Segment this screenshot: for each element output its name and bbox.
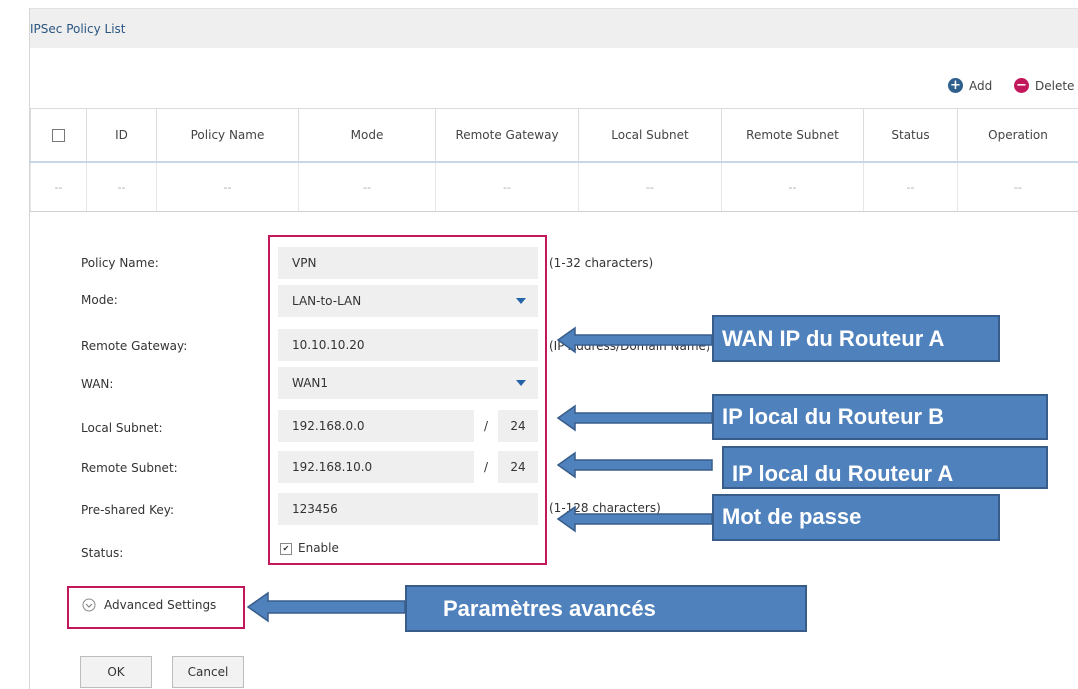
callout-local-ip-router-a: IP local du Routeur A (722, 446, 1048, 489)
callout-wan-ip-router-a: WAN IP du Routeur A (712, 315, 1000, 362)
arrow-password (556, 505, 713, 533)
arrow-advanced (246, 591, 406, 623)
callout-advanced-settings: Paramètres avancés (405, 585, 807, 632)
arrow-local-ip-a (556, 451, 713, 479)
callout-password: Mot de passe (712, 494, 1000, 541)
arrow-wan-ip (556, 326, 713, 354)
arrow-local-ip-b (556, 404, 713, 432)
callout-local-ip-router-b: IP local du Routeur B (712, 394, 1048, 440)
